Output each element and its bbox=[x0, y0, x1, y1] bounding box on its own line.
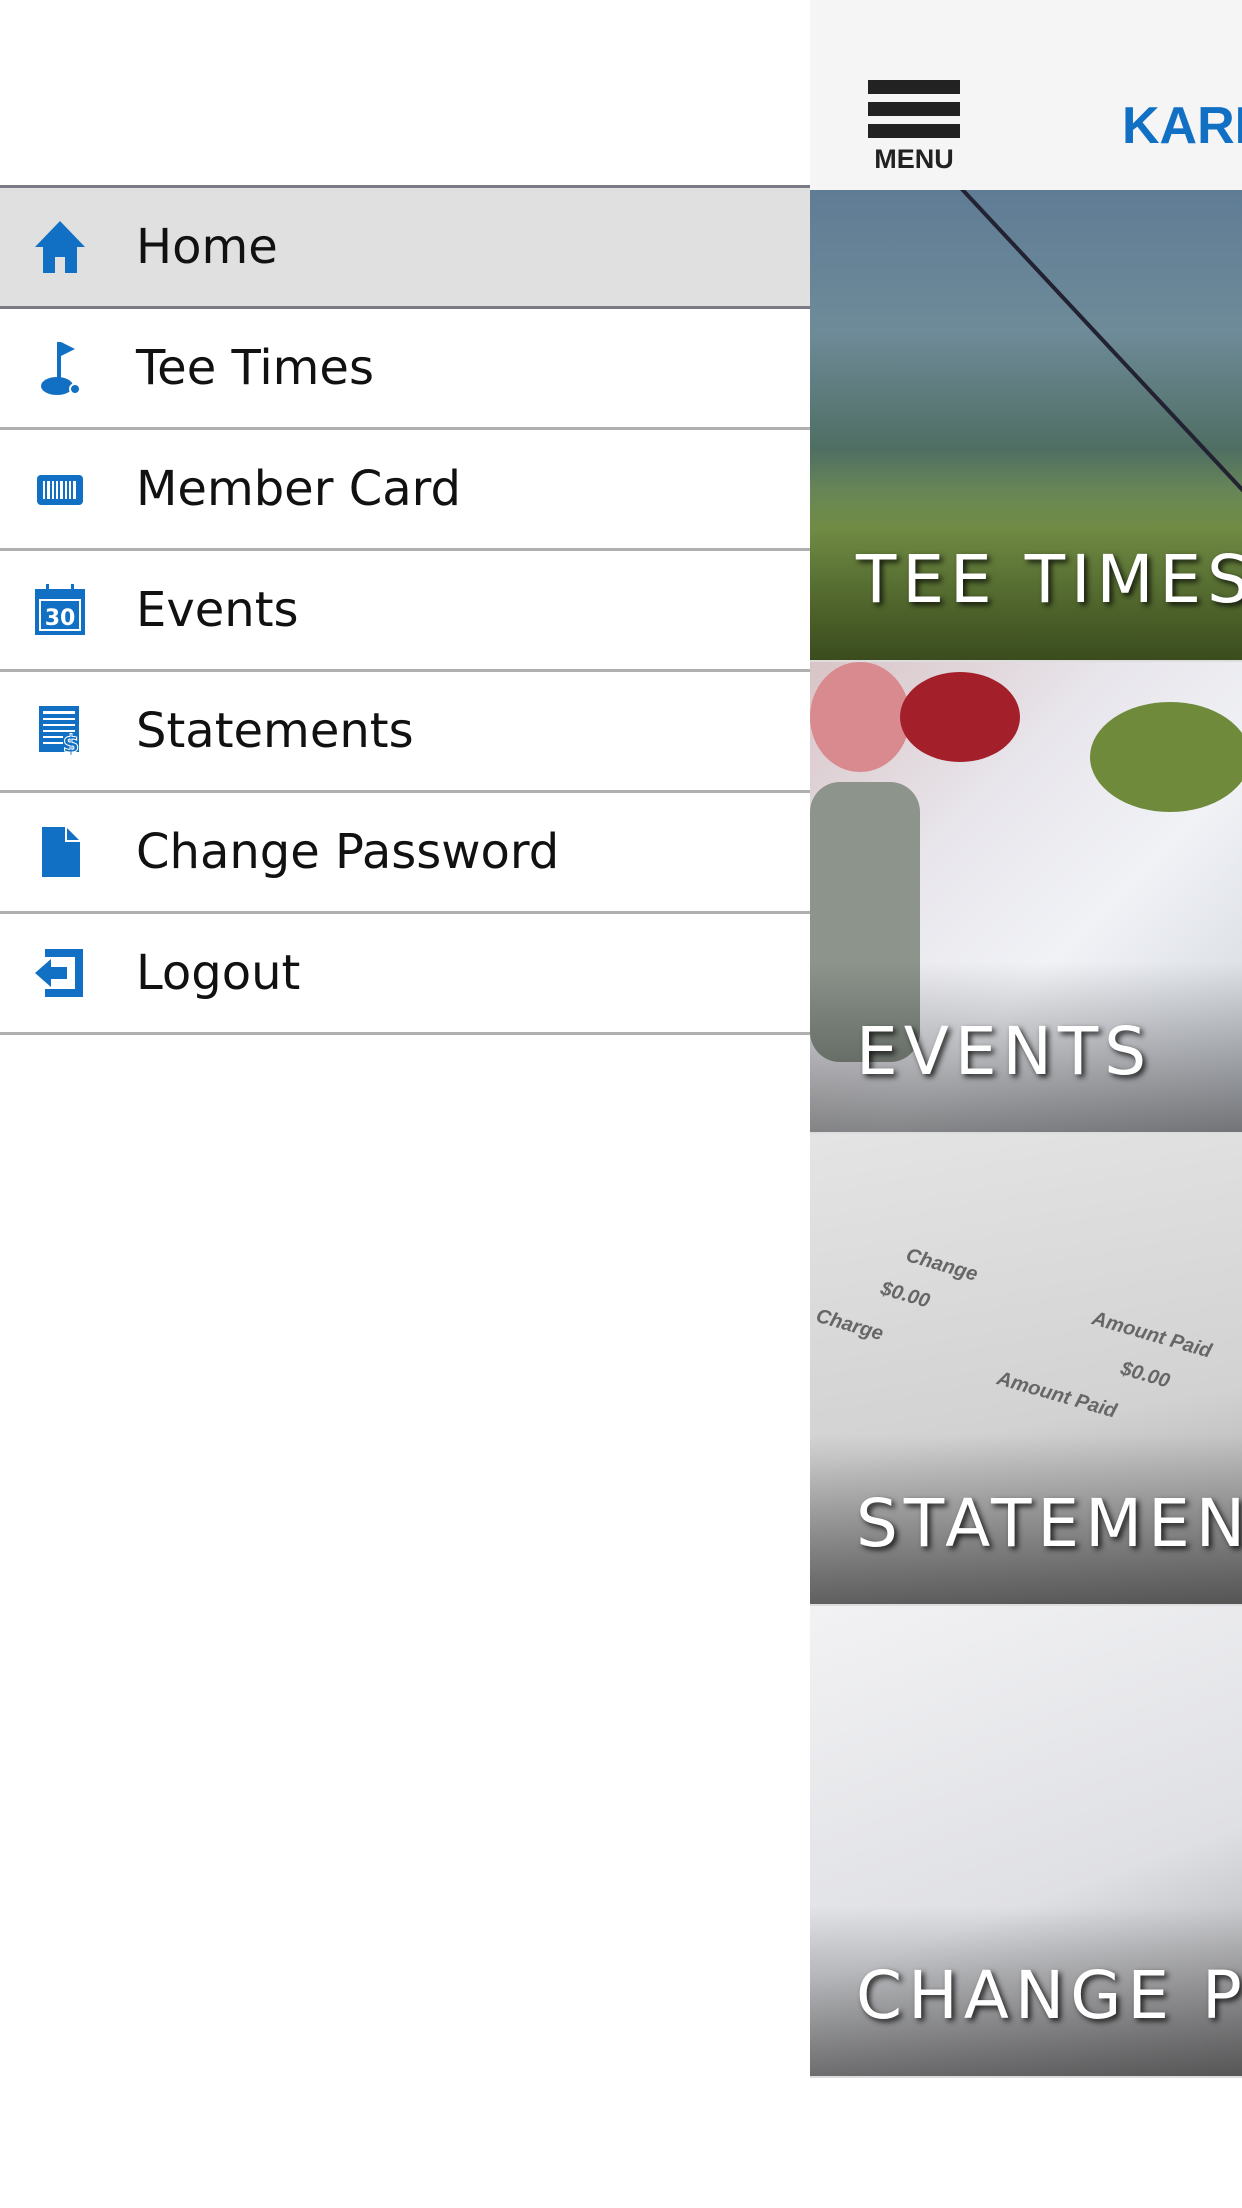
drawer-item-label: Member Card bbox=[136, 461, 461, 517]
drawer-item-label: Home bbox=[136, 219, 278, 275]
menu-label: MENU bbox=[874, 144, 954, 174]
drawer-item-change-password[interactable]: Change Password bbox=[0, 793, 810, 914]
tile-change-password[interactable]: CHANGE PASSWORD bbox=[810, 1606, 1242, 2078]
tile-events[interactable]: EVENTS bbox=[810, 662, 1242, 1134]
flower-image bbox=[810, 662, 910, 772]
calendar-icon: 30 bbox=[32, 582, 88, 638]
navigation-drawer: Home Tee Times Member Card 30 Events $ S… bbox=[0, 0, 810, 2208]
tile-label: CHANGE PASSWORD bbox=[856, 1957, 1242, 2034]
home-screen: MENU KARI TEE TIMES EVENTS Change $0.00 … bbox=[810, 0, 1242, 2208]
drawer-item-label: Logout bbox=[136, 945, 301, 1001]
golf-club-image bbox=[960, 190, 1242, 498]
drawer-item-label: Events bbox=[136, 582, 299, 638]
logout-icon bbox=[32, 945, 88, 1001]
drawer-item-home[interactable]: Home bbox=[0, 188, 810, 309]
svg-text:$: $ bbox=[63, 730, 80, 758]
tile-tee-times[interactable]: TEE TIMES bbox=[810, 190, 1242, 662]
statement-dollar-icon: $ bbox=[32, 703, 88, 759]
drawer-item-label: Statements bbox=[136, 703, 414, 759]
drawer-item-label: Change Password bbox=[136, 824, 560, 880]
tile-label: STATEMENTS bbox=[856, 1485, 1242, 1562]
photo-text: Amount Paid bbox=[1089, 1307, 1215, 1363]
menu-button[interactable]: MENU bbox=[868, 80, 960, 174]
plate-image bbox=[1090, 702, 1242, 812]
golf-flag-icon bbox=[32, 340, 88, 396]
drawer-item-member-card[interactable]: Member Card bbox=[0, 430, 810, 551]
document-icon bbox=[32, 824, 88, 880]
photo-text: Change bbox=[903, 1244, 981, 1286]
barcode-card-icon bbox=[32, 461, 88, 517]
drawer-item-events[interactable]: 30 Events bbox=[0, 551, 810, 672]
flower-image bbox=[900, 672, 1020, 762]
drawer-item-tee-times[interactable]: Tee Times bbox=[0, 309, 810, 430]
drawer-item-logout[interactable]: Logout bbox=[0, 914, 810, 1035]
app-title: KARI bbox=[1122, 97, 1242, 155]
drawer-item-label: Tee Times bbox=[136, 340, 374, 396]
drawer-item-statements[interactable]: $ Statements bbox=[0, 672, 810, 793]
tile-label: EVENTS bbox=[856, 1013, 1153, 1090]
photo-text: Charge bbox=[813, 1304, 886, 1346]
photo-text: $0.00 bbox=[878, 1277, 933, 1313]
home-icon bbox=[32, 219, 88, 275]
app-header: MENU KARI bbox=[810, 0, 1242, 192]
calendar-day-text: 30 bbox=[45, 606, 76, 631]
hamburger-icon bbox=[868, 80, 960, 94]
photo-text: Amount Paid bbox=[994, 1367, 1120, 1423]
tile-statements[interactable]: Change $0.00 Amount Paid Charge $0.00 Am… bbox=[810, 1134, 1242, 1606]
hamburger-icon-bar bbox=[868, 102, 960, 116]
hamburger-icon-bar bbox=[868, 124, 960, 138]
tile-label: TEE TIMES bbox=[856, 541, 1242, 618]
photo-text: $0.00 bbox=[1118, 1357, 1173, 1393]
